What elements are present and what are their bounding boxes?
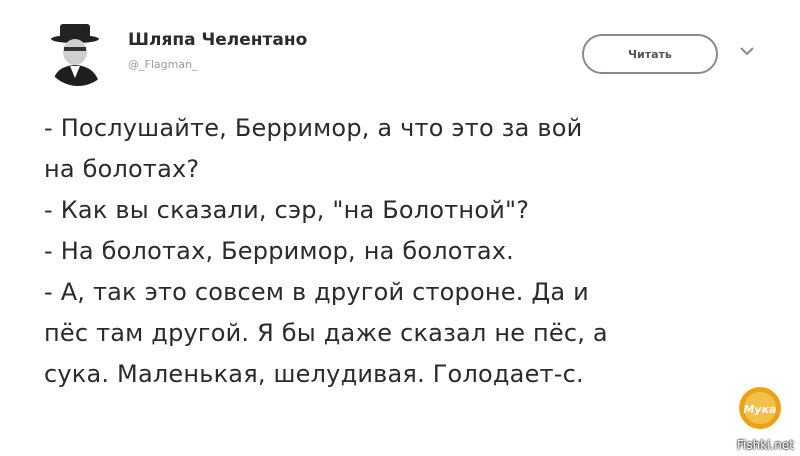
channel-logo: Мука <box>739 387 781 429</box>
tweet-line: - Как вы сказали, сэр, "на Болотной"? <box>44 196 530 224</box>
tweet-line: - Послушайте, Берримор, а что это за вой <box>44 114 583 142</box>
tweet-line: - На болотах, Берримор, на болотах. <box>44 237 514 265</box>
channel-logo-text: Мука <box>743 403 776 416</box>
follow-button[interactable]: Читать <box>582 34 718 74</box>
tweet-card: Шляпа Челентано @_Flagman_ Читать - Посл… <box>0 0 800 456</box>
watermark: Fishki.net <box>736 438 794 452</box>
avatar-portrait-icon <box>44 18 112 86</box>
author-name[interactable]: Шляпа Челентано <box>128 30 307 50</box>
tweet-line: на болотах? <box>44 155 200 183</box>
tweet-line: сука. Маленькая, шелудивая. Голодает-с. <box>44 360 584 388</box>
author-handle[interactable]: @_Flagman_ <box>128 58 198 71</box>
chevron-down-icon[interactable] <box>738 44 756 58</box>
tweet-text: - Послушайте, Берримор, а что это за вой… <box>44 108 764 395</box>
tweet-line: пёс там другой. Я бы даже сказал не пёс,… <box>44 319 608 347</box>
tweet-line: - А, так это совсем в другой стороне. Да… <box>44 278 589 306</box>
author-avatar[interactable] <box>44 18 112 86</box>
